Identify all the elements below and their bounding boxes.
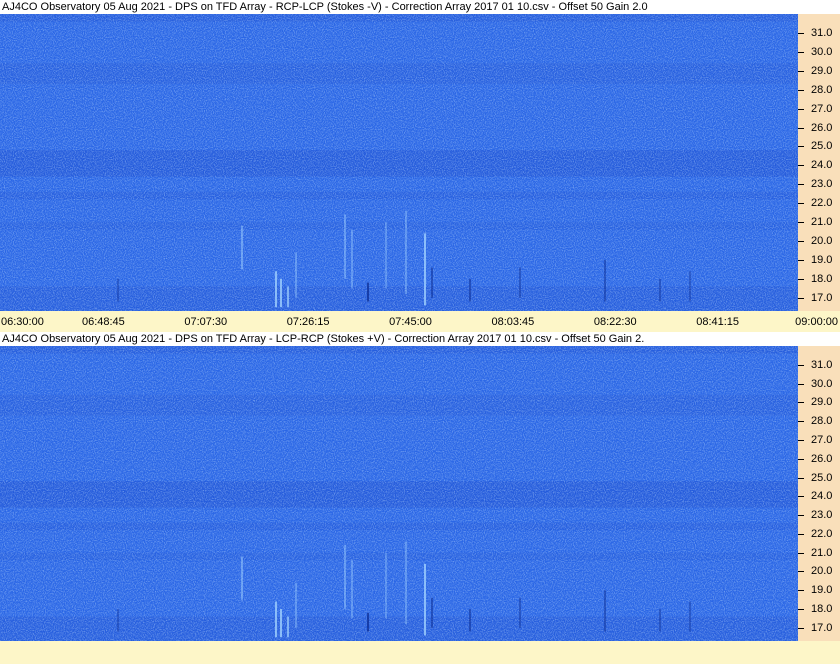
panel2-ytick-14 (798, 627, 804, 629)
panel1-ylabel-0: 31.0 (811, 26, 833, 39)
panel1-title: AJ4CO Observatory 05 Aug 2021 - DPS on T… (0, 0, 840, 14)
panel2-spectrogram-svg (0, 346, 798, 641)
panel2-ylabel-1: 30.0 (811, 377, 833, 390)
panel1-ylabel-13: 18.0 (811, 272, 833, 285)
panel2-ylabel-9: 22.0 (811, 527, 833, 540)
panel2-ylabel-0: 31.0 (811, 358, 833, 371)
panel1-xlabel-4: 07:45:00 (389, 316, 432, 328)
panel2-ylabel-10: 21.0 (811, 546, 833, 559)
panel2-ytick-5 (798, 458, 804, 460)
panel2-noise (0, 346, 798, 641)
panel2-ylabel-12: 19.0 (811, 584, 833, 597)
panel1-xlabel-5: 08:03:45 (491, 316, 535, 328)
panel1-ylabel-3: 28.0 (811, 83, 833, 96)
panel1-noise (0, 14, 798, 311)
panel2-ytick-7 (798, 496, 804, 498)
panel2-ytick-11 (798, 571, 804, 573)
panel1-time-axis: 06:30:00 06:48:45 07:07:30 07:26:15 07:45:00… (0, 313, 840, 331)
panel1-ytick-6 (798, 146, 804, 148)
panel2-ylabel-3: 28.0 (811, 415, 833, 428)
bottom-strip (0, 641, 840, 664)
panel1-ylabel-8: 23.0 (811, 178, 833, 191)
panel2-ytick-4 (798, 439, 804, 441)
panel1-xlabel-6: 08:22:30 (593, 316, 637, 328)
panel2-ylabel-7: 24.0 (811, 490, 833, 503)
panel1-ytick-2 (798, 70, 804, 72)
panel2-ytick-9 (798, 533, 804, 535)
panel2-ytick-2 (798, 402, 804, 404)
panel2-ytick-0 (798, 364, 804, 366)
panel2-ytick-8 (798, 515, 804, 517)
panel1-ytick-12 (798, 259, 804, 261)
panel1-ylabel-7: 24.0 (811, 159, 833, 172)
panel2-ylabel-14: 17.0 (811, 621, 833, 634)
panel2-ytick-1 (798, 383, 804, 385)
panel1-ylabel-11: 20.0 (811, 235, 833, 247)
panel1-ylabel-4: 27.0 (811, 102, 833, 115)
panel1-ylabel-2: 29.0 (811, 64, 833, 77)
panel2-ylabel-11: 20.0 (811, 565, 833, 578)
panel2-ytick-10 (798, 552, 804, 554)
panel2-ytick-12 (798, 590, 804, 592)
panel2-ytick-3 (798, 421, 804, 423)
panel1-ytick-1 (798, 51, 804, 53)
panel1-ylabel-9: 22.0 (811, 197, 833, 210)
panel1-ytick-5 (798, 127, 804, 129)
panel2-ylabel-5: 26.0 (811, 452, 833, 465)
panel1-ylabel-12: 19.0 (811, 253, 833, 266)
panel2-spectrogram (0, 346, 798, 641)
panel1-xlabel-7: 08:41:15 (696, 316, 740, 328)
panel1-ylabel-14: 17.0 (811, 291, 833, 304)
panel2-ytick-6 (798, 477, 804, 479)
panel2-ylabel-13: 18.0 (811, 603, 833, 616)
panel2-ytick-13 (798, 609, 804, 611)
panel1-ytick-13 (798, 278, 804, 280)
panel1-ytick-0 (798, 32, 804, 34)
panel2-ylabel-4: 27.0 (811, 433, 833, 446)
panel1-xlabel-3: 07:26:15 (286, 316, 330, 328)
panel1-xlabel-1: 06:48:45 (81, 316, 125, 328)
panel2-ylabel-8: 23.0 (811, 509, 833, 522)
panel1-ytick-11 (798, 241, 804, 242)
panel1-xlabel-8: 09:00:00 (795, 316, 838, 328)
panel1-spectrogram (0, 14, 798, 311)
panel1-xlabel-2: 07:07:30 (184, 316, 228, 328)
panel1-frequency-axis: 31.0 30.0 29.0 28.0 27.0 26.0 25.0 24.0 23.0 22.0… (798, 14, 840, 311)
panel1-ylabel-6: 25.0 (811, 140, 833, 153)
panel1-ylabel-1: 30.0 (811, 45, 833, 58)
panel1-ytick-9 (798, 203, 804, 205)
panel1-spectrogram-svg (0, 14, 798, 311)
panel1-xlabel-0: 06:30:00 (1, 316, 44, 328)
panel2-ylabel-2: 29.0 (811, 396, 833, 409)
panel1-ytick-8 (798, 184, 804, 186)
panel1-ytick-4 (798, 108, 804, 110)
panel1-ytick-3 (798, 89, 804, 91)
panel1-ytick-10 (798, 222, 804, 224)
panel2-ylabel-6: 25.0 (811, 471, 833, 484)
panel1-ylabel-10: 21.0 (811, 216, 833, 229)
panel1-ylabel-5: 26.0 (811, 121, 833, 134)
panel2-frequency-axis: 31.0 30.0 29.0 28.0 27.0 26.0 25.0 24.0 23.0 22.0… (798, 346, 840, 641)
panel2-title: AJ4CO Observatory 05 Aug 2021 - DPS on T… (0, 332, 840, 346)
panel1-ytick-14 (798, 297, 804, 299)
panel1-ytick-7 (798, 165, 804, 167)
